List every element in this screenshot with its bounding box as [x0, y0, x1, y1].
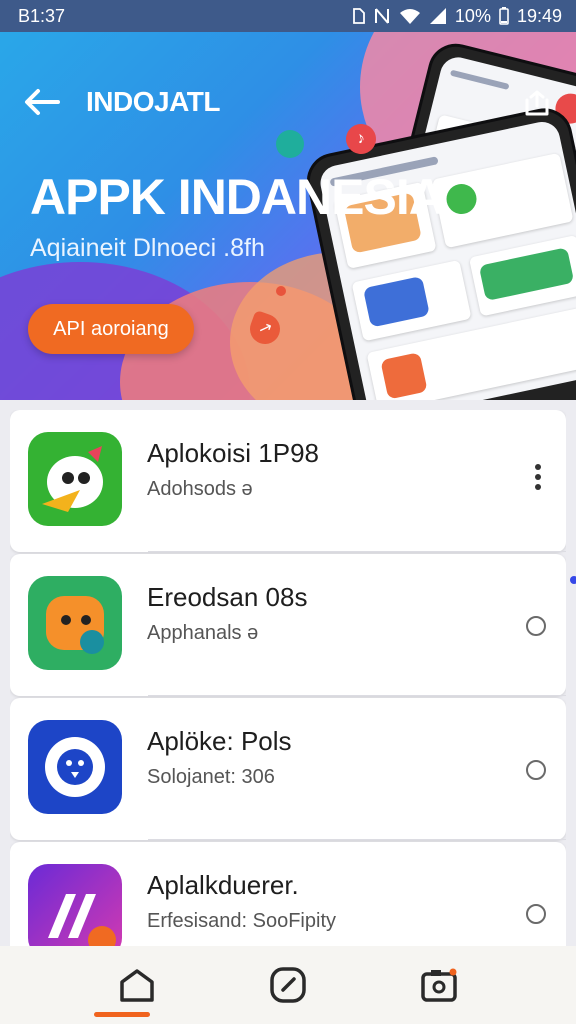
edge-indicator	[570, 576, 576, 584]
app-title: Aplöke: Pols	[147, 726, 292, 756]
list-item[interactable]: Aplöke: Pols Solojanet: 306	[10, 698, 566, 840]
nav-explore[interactable]	[258, 955, 318, 1015]
select-radio[interactable]	[526, 760, 546, 780]
signal-icon	[429, 8, 446, 24]
status-time-right: 19:49	[516, 5, 562, 26]
fox-app-icon[interactable]	[28, 576, 122, 670]
more-vert-icon[interactable]	[528, 462, 548, 492]
decor-dot	[276, 286, 286, 296]
status-time-left: B1:37	[18, 5, 66, 26]
battery-icon	[499, 7, 509, 25]
nfc-icon	[374, 8, 389, 24]
home-icon[interactable]	[118, 967, 156, 1003]
share-icon[interactable]	[522, 88, 552, 118]
battery-percent: 10%	[454, 5, 491, 26]
app-subtitle: Adohsods ə	[147, 478, 253, 500]
select-radio[interactable]	[526, 904, 546, 924]
banner-headline: APPK INDANESIA	[30, 169, 445, 225]
explore-icon[interactable]	[269, 966, 307, 1004]
app-title: Aplokoisi 1P98	[147, 438, 319, 468]
banner-subline: Aqiaineit Dlnoeci .8fh	[30, 234, 265, 262]
select-radio[interactable]	[526, 616, 546, 636]
app-list: Aplokoisi 1P98 Adohsods ə Ereodsan 08s A…	[10, 410, 566, 946]
app-subtitle: Solojanet: 306	[147, 766, 275, 788]
phone-mockup-front	[301, 103, 576, 400]
sim-icon	[353, 8, 365, 24]
app-title: Ereodsan 08s	[147, 582, 308, 612]
bird-app-icon[interactable]	[28, 432, 122, 526]
back-arrow-icon[interactable]	[22, 86, 62, 118]
stripes-app-icon[interactable]	[28, 864, 122, 946]
divider	[148, 839, 566, 840]
list-item[interactable]: Aplokoisi 1P98 Adohsods ə	[10, 410, 566, 552]
app-subtitle: Apphanals ə	[147, 622, 259, 644]
decor-dot	[276, 130, 304, 158]
nav-home[interactable]	[107, 955, 167, 1015]
brand-name: INDOJATL	[86, 86, 220, 117]
active-tab-indicator	[94, 1012, 150, 1017]
list-item[interactable]: Ereodsan 08s Apphanals ə	[10, 554, 566, 696]
lion-app-icon[interactable]	[28, 720, 122, 814]
divider	[148, 695, 566, 696]
camera-icon[interactable]	[420, 966, 458, 1004]
list-item[interactable]: Aplalkduerer. Erfesisand: SooFipity	[10, 842, 566, 946]
wifi-icon	[399, 9, 420, 24]
banner-cta-button[interactable]: API aoroiang	[28, 304, 194, 354]
hero-banner[interactable]: INDOJATL ♪ ↗ APPK INDANESIA Aqiaineit Dl…	[0, 32, 576, 400]
bottom-nav	[0, 946, 576, 1024]
nav-camera[interactable]	[409, 955, 469, 1015]
app-title: Aplalkduerer.	[147, 870, 299, 900]
app-subtitle: Erfesisand: SooFipity	[147, 910, 336, 932]
divider	[148, 551, 566, 552]
status-bar: B1:37 10% 19:49	[0, 0, 576, 32]
